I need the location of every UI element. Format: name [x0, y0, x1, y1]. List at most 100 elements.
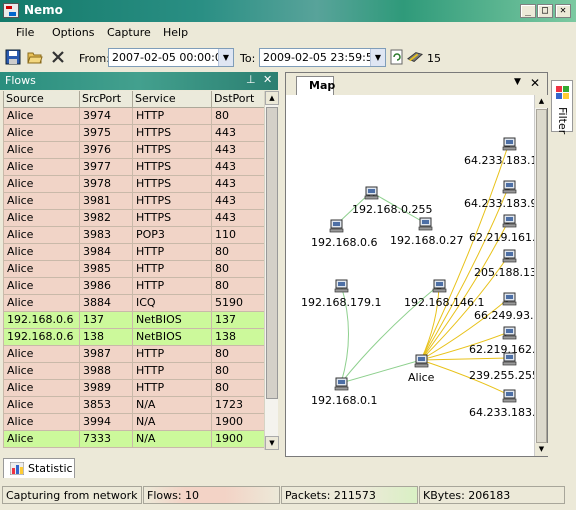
filter-side-tab[interactable]: Filter: [551, 80, 573, 134]
map-scrollbar[interactable]: ▲ ▼: [534, 95, 548, 456]
column-header-service[interactable]: Service: [132, 91, 212, 108]
dropdown-icon[interactable]: ▼: [514, 77, 521, 87]
open-folder-icon[interactable]: [27, 49, 43, 65]
table-row[interactable]: Alice 3994 N/A 1900: [3, 412, 265, 431]
map-node-n8[interactable]: 192.168.179.1: [301, 279, 381, 309]
chevron-down-icon[interactable]: ▼: [218, 49, 233, 66]
map-node-n14[interactable]: 192.168.0.1: [311, 377, 377, 407]
map-node-label: 66.249.93.18: [474, 309, 534, 322]
table-row[interactable]: 192.168.0.6 138 NetBIOS 138: [3, 327, 265, 346]
close-icon[interactable]: ✕: [530, 76, 540, 90]
tab-map[interactable]: Map: [296, 76, 335, 95]
cell-dstport: 80: [211, 344, 265, 363]
cell-source: Alice: [3, 225, 80, 244]
map-node-n2[interactable]: 64.233.183.9: [464, 180, 534, 210]
cell-source: Alice: [3, 276, 80, 295]
table-row[interactable]: Alice 3988 HTTP 80: [3, 361, 265, 380]
refresh-icon[interactable]: [389, 49, 405, 65]
status-bar: Capturing from network device Flows: 10 …: [0, 484, 576, 506]
flow-edge-n13: [420, 355, 510, 362]
delete-icon[interactable]: [50, 49, 66, 65]
table-row[interactable]: Alice 3982 HTTPS 443: [3, 208, 265, 227]
cell-dstport: 1900: [211, 412, 265, 431]
pin-icon[interactable]: ⊥: [246, 73, 256, 86]
column-header-srcport[interactable]: SrcPort: [79, 91, 133, 108]
close-icon[interactable]: ✕: [263, 73, 272, 86]
table-row[interactable]: Alice 3981 HTTPS 443: [3, 191, 265, 210]
table-row[interactable]: Alice 3984 HTTP 80: [3, 242, 265, 261]
tab-statistic[interactable]: Statistic: [3, 458, 75, 478]
map-node-label: 64.233.183.1: [469, 406, 534, 419]
to-datetime-picker[interactable]: 2009-02-05 23:59:59 ▼: [259, 48, 386, 67]
table-row[interactable]: Alice 3853 N/A 1723: [3, 395, 265, 414]
toolbar: From: 2007-02-05 00:00:00 ▼ To: 2009-02-…: [0, 44, 576, 70]
save-icon[interactable]: [5, 49, 21, 65]
map-node-n13[interactable]: 239.255.255.2: [469, 352, 534, 382]
status-kbytes: KBytes: 206183: [419, 486, 565, 504]
scroll-down-icon[interactable]: ▼: [265, 436, 279, 450]
cell-srcport: 3985: [79, 259, 133, 278]
cell-srcport: 3974: [79, 106, 133, 125]
table-row[interactable]: Alice 3974 HTTP 80: [3, 106, 265, 125]
map-node-n4[interactable]: 62.219.161.2: [469, 214, 534, 244]
map-node-label: Alice: [408, 371, 435, 384]
table-row[interactable]: Alice 3976 HTTPS 443: [3, 140, 265, 159]
scroll-thumb[interactable]: [266, 107, 278, 399]
table-row[interactable]: Alice 3978 HTTPS 443: [3, 174, 265, 193]
scroll-thumb[interactable]: [536, 109, 547, 443]
scroll-up-icon[interactable]: ▲: [535, 95, 548, 108]
tab-statistic-label: Statistic: [28, 462, 73, 475]
cell-dstport: 1723: [211, 395, 265, 414]
map-canvas[interactable]: 64.233.183.14 64.233.183.9 192.168.0.255 62…: [286, 95, 534, 456]
cell-dstport: 80: [211, 259, 265, 278]
computer-icon: [502, 249, 517, 263]
scroll-up-icon[interactable]: ▲: [265, 91, 279, 105]
chevron-down-icon[interactable]: ▼: [370, 49, 385, 66]
column-header-source[interactable]: Source: [3, 91, 80, 108]
cell-service: NetBIOS: [132, 327, 212, 346]
table-row[interactable]: Alice 3987 HTTP 80: [3, 344, 265, 363]
table-row[interactable]: Alice 7333 N/A 1900: [3, 429, 265, 448]
computer-icon: [334, 377, 349, 391]
table-row[interactable]: Alice 3884 ICQ 5190: [3, 293, 265, 312]
cell-service: N/A: [132, 412, 212, 431]
cell-source: Alice: [3, 412, 80, 431]
cell-source: Alice: [3, 429, 80, 448]
maximize-button[interactable]: □: [537, 4, 553, 18]
menu-bar: File Options Capture Help: [0, 22, 576, 44]
computer-icon: [414, 354, 429, 368]
map-node-n15[interactable]: 64.233.183.1: [469, 389, 534, 419]
cell-srcport: 138: [79, 327, 133, 346]
table-row[interactable]: 192.168.0.6 137 NetBIOS 137: [3, 310, 265, 329]
close-button[interactable]: ✕: [555, 4, 571, 18]
menu-help[interactable]: Help: [163, 26, 188, 39]
map-node-n1[interactable]: 64.233.183.14: [464, 137, 534, 167]
map-node-n5[interactable]: 192.168.0.6: [311, 219, 377, 249]
table-row[interactable]: Alice 3977 HTTPS 443: [3, 157, 265, 176]
to-label: To:: [240, 52, 256, 65]
flows-scrollbar[interactable]: ▲ ▼: [264, 91, 279, 450]
map-node-n7[interactable]: 205.188.13.1: [474, 249, 534, 279]
table-row[interactable]: Alice 3985 HTTP 80: [3, 259, 265, 278]
table-row[interactable]: Alice 3989 HTTP 80: [3, 378, 265, 397]
map-node-n6[interactable]: 192.168.0.27: [390, 217, 463, 247]
table-row[interactable]: Alice 3983 POP3 110: [3, 225, 265, 244]
cell-dstport: 80: [211, 378, 265, 397]
map-node-n11[interactable]: 62.219.162.5: [469, 326, 534, 356]
menu-capture[interactable]: Capture: [107, 26, 151, 39]
cell-service: HTTP: [132, 259, 212, 278]
table-row[interactable]: Alice 3986 HTTP 80: [3, 276, 265, 295]
scroll-down-icon[interactable]: ▼: [535, 443, 548, 456]
column-header-dstport[interactable]: DstPort: [211, 91, 265, 108]
computer-icon: [364, 186, 379, 200]
cell-source: Alice: [3, 123, 80, 142]
minimize-button[interactable]: _: [520, 4, 536, 18]
title-bar: Nemo _ □ ✕: [0, 0, 576, 22]
from-datetime-picker[interactable]: 2007-02-05 00:00:00 ▼: [108, 48, 234, 67]
map-node-n3[interactable]: 192.168.0.255: [352, 186, 432, 216]
cell-source: Alice: [3, 395, 80, 414]
menu-file[interactable]: File: [16, 26, 34, 39]
menu-options[interactable]: Options: [52, 26, 94, 39]
from-label: From:: [79, 52, 110, 65]
table-row[interactable]: Alice 3975 HTTPS 443: [3, 123, 265, 142]
